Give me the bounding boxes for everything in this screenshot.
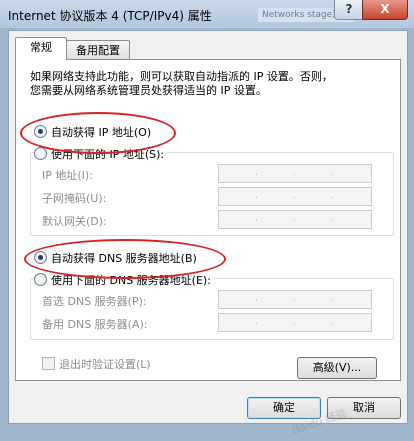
alternate-dns-input[interactable]: ...	[218, 313, 372, 332]
auto-dns-label: 自动获得 DNS 服务器地址(B)	[51, 252, 197, 265]
title-bar: Internet 协议版本 4 (TCP/IPv4) 属性 Networks s…	[0, 0, 414, 28]
tab-alternate-configuration[interactable]: 备用配置	[66, 40, 130, 61]
radio-selected-icon	[34, 251, 47, 264]
description-text: 如果网络支持此功能，则可以获取自动指派的 IP 设置。否则， 您需要从网络系统管…	[30, 70, 333, 98]
close-button[interactable]: X	[362, 0, 408, 20]
ip-address-input[interactable]: ...	[218, 164, 372, 183]
auto-dns-radio[interactable]: 自动获得 DNS 服务器地址(B)	[34, 250, 197, 266]
tab-panel-general: 如果网络支持此功能，则可以获取自动指派的 IP 设置。否则， 您需要从网络系统管…	[15, 59, 401, 381]
validate-settings-checkbox[interactable]: 退出时验证设置(L)	[42, 356, 151, 372]
auto-ip-radio[interactable]: 自动获得 IP 地址(O)	[34, 124, 151, 140]
alternate-dns-label: 备用 DNS 服务器(A):	[42, 318, 148, 331]
description-line-1: 如果网络支持此功能，则可以获取自动指派的 IP 设置。否则，	[30, 70, 333, 83]
window-title: Internet 协议版本 4 (TCP/IPv4) 属性	[8, 9, 212, 23]
radio-unselected-icon	[34, 147, 47, 160]
help-button[interactable]: ?	[334, 0, 364, 20]
tab-general[interactable]: 常规	[15, 37, 67, 60]
description-line-2: 您需要从网络系统管理员处获得适当的 IP 设置。	[30, 84, 267, 97]
manual-ip-radio[interactable]: 使用下面的 IP 地址(S):	[34, 146, 168, 162]
auto-ip-label: 自动获得 IP 地址(O)	[51, 126, 152, 139]
manual-dns-label: 使用下面的 DNS 服务器地址(E):	[51, 274, 211, 287]
advanced-button[interactable]: 高级(V)...	[297, 357, 377, 379]
subnet-mask-label: 子网掩码(U):	[42, 192, 107, 205]
manual-dns-radio[interactable]: 使用下面的 DNS 服务器地址(E):	[34, 272, 214, 288]
dialog-body: 常规 备用配置 如果网络支持此功能，则可以获取自动指派的 IP 设置。否则， 您…	[8, 30, 408, 424]
preferred-dns-input[interactable]: ...	[218, 290, 372, 309]
preferred-dns-label: 首选 DNS 服务器(P):	[42, 295, 147, 308]
radio-unselected-icon	[34, 273, 47, 286]
default-gateway-input[interactable]: ...	[218, 210, 372, 229]
ip-address-label: IP 地址(I):	[42, 169, 93, 182]
default-gateway-label: 默认网关(D):	[42, 215, 107, 228]
subnet-mask-input[interactable]: ...	[218, 187, 372, 206]
checkbox-icon	[42, 357, 55, 370]
manual-ip-label: 使用下面的 IP 地址(S):	[51, 148, 165, 161]
radio-selected-icon	[34, 125, 47, 138]
validate-settings-label: 退出时验证设置(L)	[59, 358, 151, 371]
